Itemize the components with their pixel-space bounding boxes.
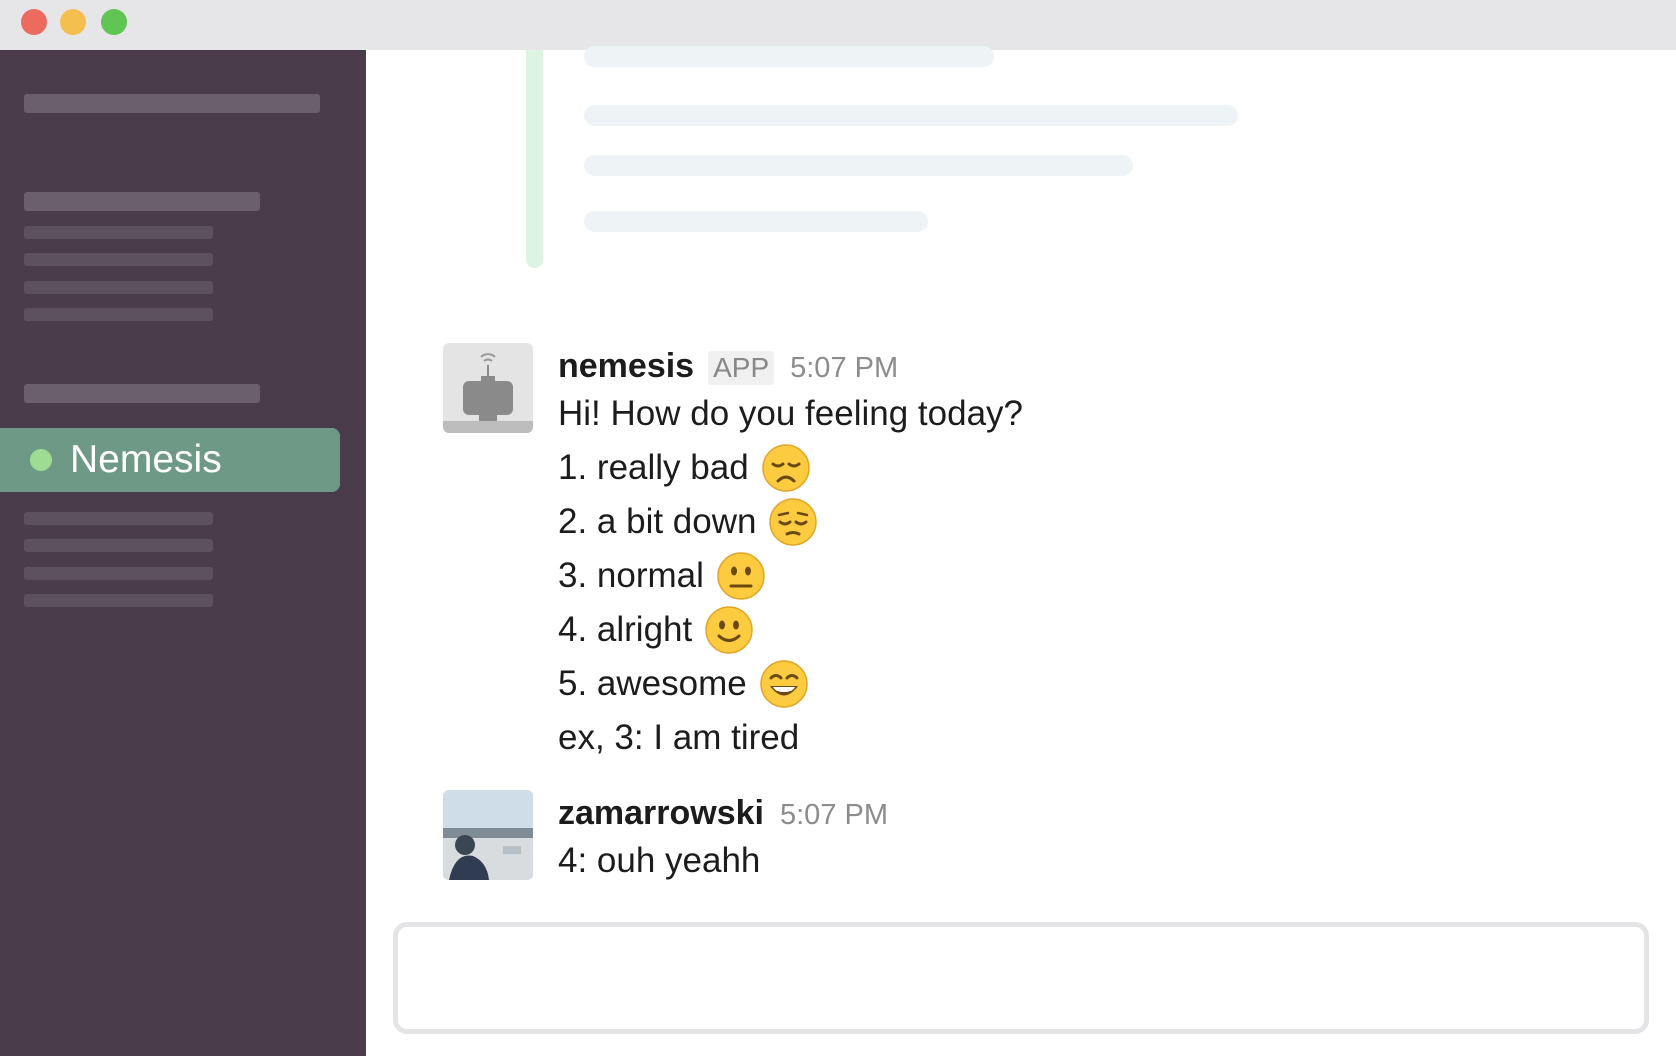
online-status-icon: [30, 449, 52, 471]
message-timestamp[interactable]: 5:07 PM: [780, 799, 888, 832]
text-placeholder: [584, 155, 1133, 176]
message-text: 3. normal: [558, 556, 704, 595]
message-line: 4. alright: [558, 603, 754, 657]
user-photo-avatar[interactable]: [443, 790, 533, 880]
message-author[interactable]: zamarrowski: [558, 794, 764, 833]
channels-header-placeholder: [24, 192, 260, 211]
app-badge: APP: [708, 351, 775, 385]
message-header: nemesis APP 5:07 PM: [558, 347, 898, 386]
slightly-smiling-face-icon: [704, 605, 754, 655]
robot-avatar-icon[interactable]: [443, 343, 533, 433]
message-timestamp[interactable]: 5:07 PM: [790, 352, 898, 385]
message-line: ex, 3: I am tired: [558, 711, 799, 765]
message-text: 1. really bad: [558, 448, 749, 487]
message-line: 4: ouh yeahh: [558, 834, 760, 888]
message-line: 1. really bad: [558, 441, 811, 495]
message-input[interactable]: [393, 922, 1649, 1034]
message-text: ex, 3: I am tired: [558, 718, 800, 757]
message-text: 4. alright: [558, 610, 693, 649]
text-placeholder: [584, 46, 994, 67]
dm-item-placeholder[interactable]: [24, 567, 213, 580]
message-text: 2. a bit down: [558, 502, 757, 541]
message-header: zamarrowski 5:07 PM: [558, 794, 888, 833]
pensive-face-icon: [768, 497, 818, 547]
sidebar: Nemesis: [0, 50, 366, 1056]
channel-item-placeholder[interactable]: [24, 308, 213, 321]
window-maximize-button[interactable]: [101, 9, 127, 35]
message-line: 2. a bit down: [558, 495, 818, 549]
grinning-face-icon: [759, 659, 809, 709]
direct-messages-header-placeholder: [24, 384, 260, 403]
sidebar-item-label: Nemesis: [70, 438, 222, 481]
dm-item-placeholder[interactable]: [24, 512, 213, 525]
channel-item-placeholder[interactable]: [24, 226, 213, 239]
window-titlebar: [0, 0, 1676, 50]
channel-item-placeholder[interactable]: [24, 253, 213, 266]
disappointed-face-icon: [761, 443, 811, 493]
text-placeholder: [584, 105, 1238, 126]
message-pane: nemesis APP 5:07 PM Hi! How do you feeli…: [366, 46, 1676, 1056]
neutral-face-icon: [716, 551, 766, 601]
channel-item-placeholder[interactable]: [24, 281, 213, 294]
attachment-accent-bar: [526, 50, 543, 268]
message-line: 5. awesome: [558, 657, 809, 711]
message-line: Hi! How do you feeling today?: [558, 387, 1023, 441]
message-text: 4: ouh yeahh: [558, 841, 761, 880]
message-author[interactable]: nemesis: [558, 347, 694, 386]
text-placeholder: [584, 211, 928, 232]
message-text: Hi! How do you feeling today?: [558, 394, 1023, 433]
window-minimize-button[interactable]: [60, 9, 86, 35]
window-close-button[interactable]: [21, 9, 47, 35]
message-text: 5. awesome: [558, 664, 747, 703]
sidebar-item-nemesis[interactable]: Nemesis: [0, 428, 340, 492]
dm-item-placeholder[interactable]: [24, 539, 213, 552]
message-line: 3. normal: [558, 549, 766, 603]
dm-item-placeholder[interactable]: [24, 594, 213, 607]
workspace-name-placeholder: [24, 94, 320, 113]
